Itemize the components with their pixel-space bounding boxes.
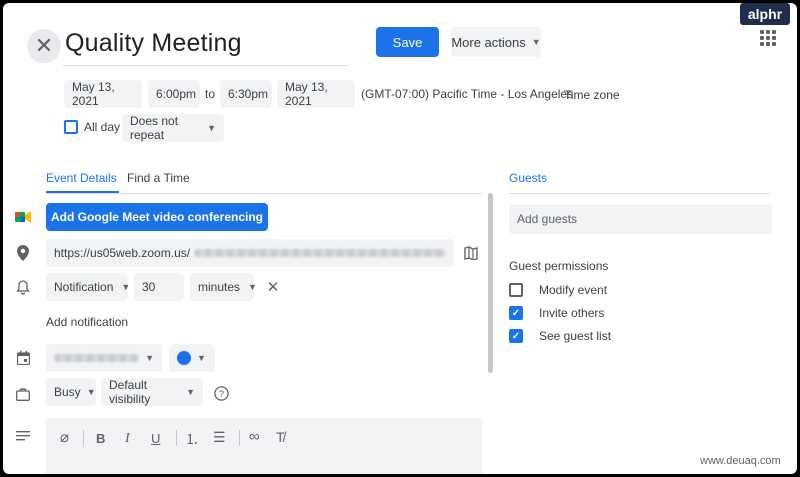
- event-color-select[interactable]: ▼: [169, 344, 215, 372]
- add-google-meet-button[interactable]: Add Google Meet video conferencing: [46, 203, 268, 231]
- modify-event-label: Modify event: [539, 283, 608, 297]
- calendar-select[interactable]: ▼: [46, 344, 162, 372]
- start-time-field[interactable]: 6:00pm: [148, 80, 200, 108]
- event-title-input[interactable]: Quality Meeting: [65, 29, 242, 58]
- toolbar-divider: [239, 430, 240, 446]
- svg-text:?: ?: [218, 389, 223, 399]
- chevron-down-icon: ▼: [531, 37, 541, 47]
- tab-guests: Guests: [509, 171, 548, 185]
- tab-event-details[interactable]: Event Details: [46, 171, 117, 185]
- watermark-text: www.deuaq.com: [700, 455, 781, 467]
- visibility-dropdown[interactable]: Default visibility ▼: [101, 378, 203, 406]
- color-dot: [177, 351, 191, 365]
- calendar-name-redacted: [54, 354, 140, 362]
- invite-others-checkbox[interactable]: ✓: [509, 306, 523, 320]
- location-value: https://us05web.zoom.us/: [54, 246, 191, 260]
- apps-grid-icon[interactable]: [760, 30, 776, 46]
- italic-icon[interactable]: I: [125, 431, 130, 447]
- guest-permissions-label: Guest permissions: [509, 259, 609, 273]
- bell-icon: [15, 279, 31, 295]
- save-button[interactable]: Save: [376, 27, 439, 57]
- see-guest-list-checkbox[interactable]: ✓: [509, 329, 523, 343]
- notification-amount-input[interactable]: 30: [134, 273, 184, 301]
- bold-icon[interactable]: B: [96, 431, 105, 446]
- alphr-logo: alphr: [740, 3, 790, 25]
- modify-event-checkbox[interactable]: [509, 283, 523, 297]
- end-time-field[interactable]: 6:30pm: [220, 80, 272, 108]
- see-guest-list-label: See guest list: [539, 329, 612, 343]
- notification-unit-label: minutes: [198, 280, 241, 294]
- chevron-down-icon: ▼: [197, 353, 206, 363]
- google-meet-icon: [15, 209, 31, 225]
- more-actions-label: More actions: [451, 34, 526, 50]
- title-underline: [63, 65, 349, 66]
- notification-unit-dropdown[interactable]: minutes ▼: [190, 273, 257, 301]
- chevron-down-icon: ▼: [86, 387, 96, 397]
- location-redacted: [194, 249, 446, 257]
- toolbar-divider: [83, 430, 84, 446]
- bulleted-list-icon[interactable]: ☰: [213, 429, 226, 446]
- chevron-down-icon: ▼: [121, 282, 131, 292]
- availability-dropdown[interactable]: Busy ▼: [46, 378, 96, 406]
- chevron-down-icon: ▼: [207, 123, 216, 133]
- add-notification-link[interactable]: Add notification: [46, 315, 128, 329]
- availability-label: Busy: [54, 385, 81, 399]
- calendar-icon: [15, 350, 31, 366]
- location-field[interactable]: https://us05web.zoom.us/: [46, 239, 454, 267]
- guests-divider: [509, 193, 770, 194]
- notification-type-dropdown[interactable]: Notification ▼: [46, 273, 131, 301]
- underline-icon[interactable]: U: [151, 431, 160, 446]
- repeat-label: Does not repeat: [130, 114, 179, 142]
- location-pin-icon: [15, 245, 31, 261]
- all-day-label: All day: [84, 120, 121, 134]
- remove-notification-icon[interactable]: ✕: [265, 279, 281, 296]
- event-editor-window: ✕ Quality Meeting Save More actions ▼ al…: [3, 3, 797, 474]
- start-date-field[interactable]: May 13, 2021: [64, 80, 142, 108]
- visibility-label: Default visibility: [109, 378, 151, 406]
- tab-find-a-time[interactable]: Find a Time: [127, 171, 190, 185]
- numbered-list-icon[interactable]: ⒈: [185, 429, 199, 449]
- notification-type-label: Notification: [54, 280, 114, 294]
- more-actions-button[interactable]: More actions ▼: [451, 27, 541, 57]
- all-day-checkbox[interactable]: [64, 120, 78, 134]
- clear-formatting-icon[interactable]: T̸: [276, 429, 285, 445]
- to-label: to: [205, 87, 216, 101]
- chevron-down-icon: ▼: [186, 387, 195, 397]
- description-editor[interactable]: [46, 418, 482, 474]
- toolbar-divider: [176, 430, 177, 446]
- tabs-divider: [46, 193, 482, 194]
- timezone-link[interactable]: Time zone: [564, 88, 620, 102]
- add-guests-input[interactable]: Add guests: [509, 204, 772, 234]
- repeat-dropdown[interactable]: Does not repeat ▼: [122, 114, 224, 142]
- invite-others-label: Invite others: [539, 306, 605, 320]
- close-icon[interactable]: ✕: [27, 29, 61, 63]
- attachment-icon[interactable]: ⌀: [60, 428, 69, 446]
- timezone-text: (GMT-07:00) Pacific Time - Los Angeles: [361, 87, 574, 101]
- chevron-down-icon: ▼: [248, 282, 257, 292]
- map-icon[interactable]: [463, 245, 479, 261]
- details-scrollbar[interactable]: [488, 193, 493, 373]
- help-icon[interactable]: ?: [213, 385, 229, 401]
- description-icon: [15, 428, 31, 444]
- end-date-field[interactable]: May 13, 2021: [277, 80, 355, 108]
- chevron-down-icon: ▼: [145, 353, 154, 363]
- link-icon[interactable]: ∞: [249, 428, 260, 445]
- briefcase-icon: [15, 386, 31, 402]
